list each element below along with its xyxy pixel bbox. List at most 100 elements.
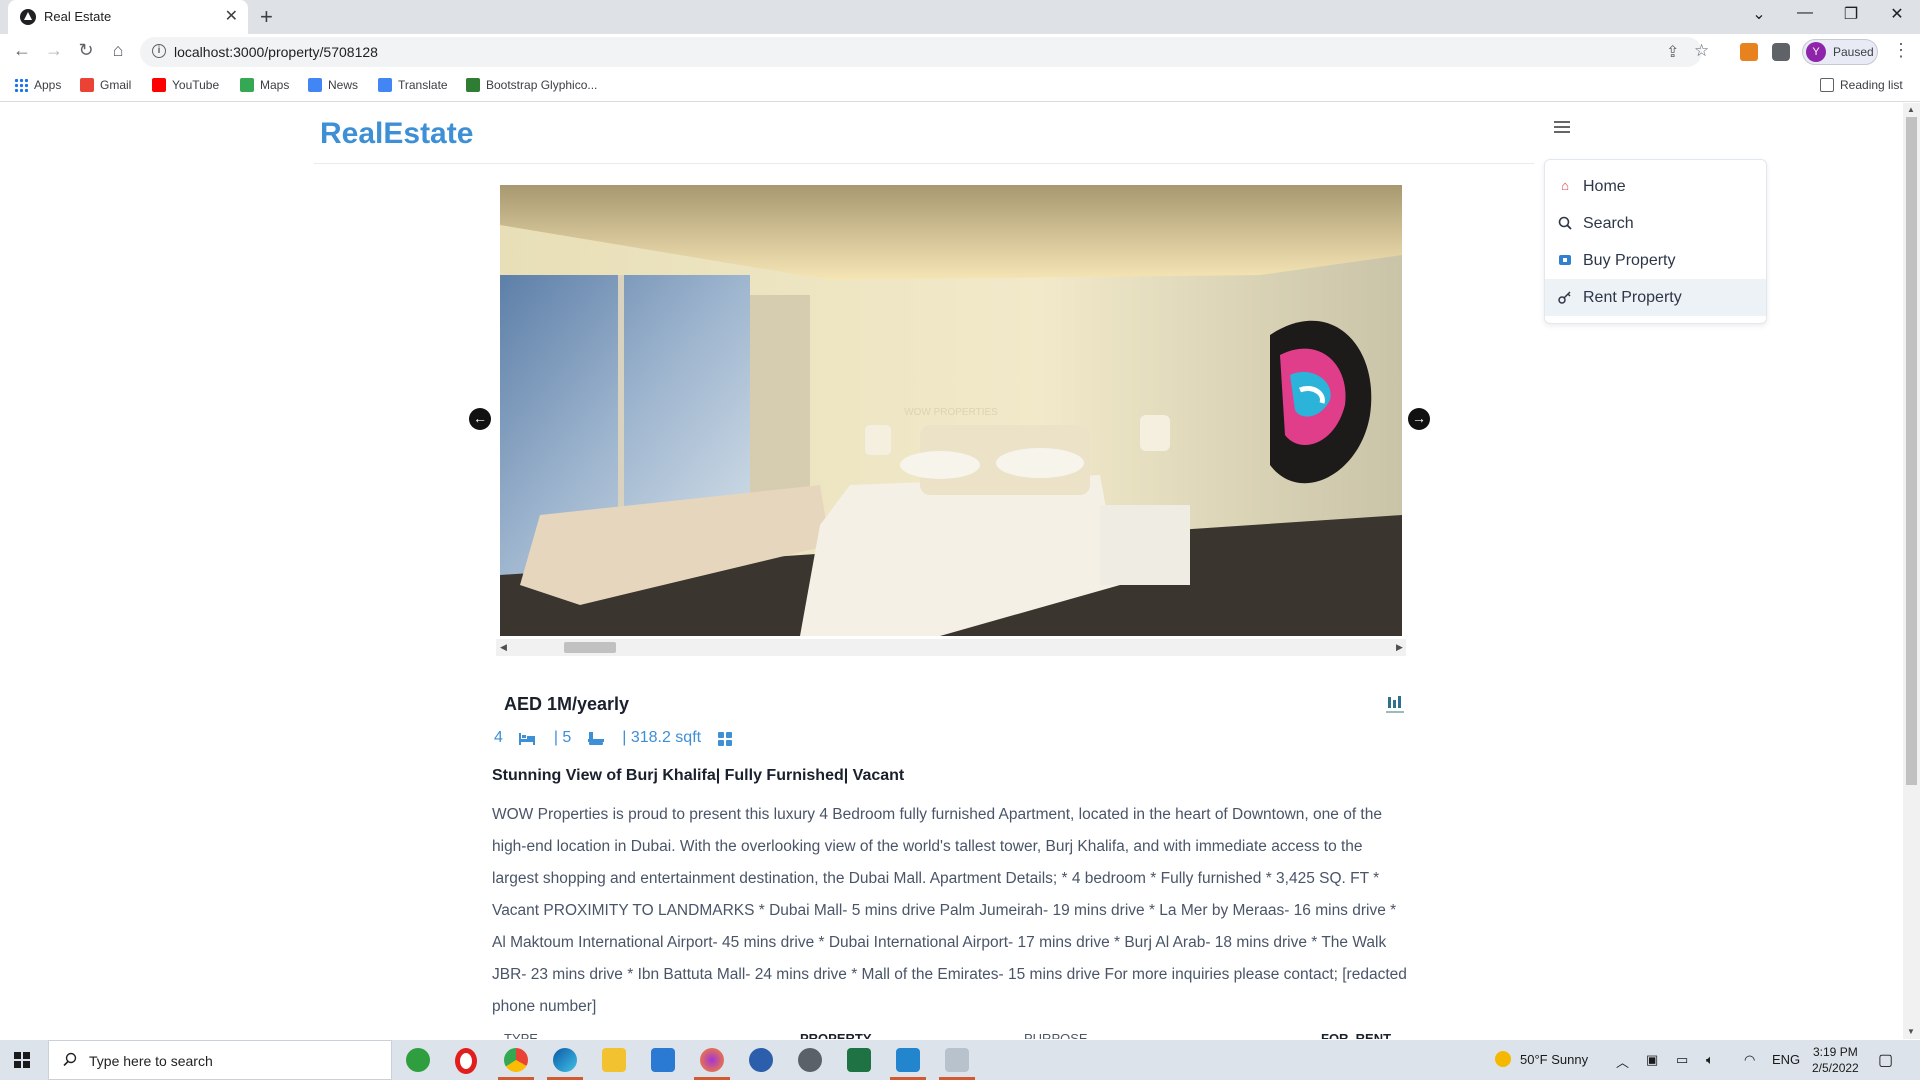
firefox-app-icon[interactable]: [700, 1048, 724, 1072]
bath-icon: [587, 732, 604, 745]
property-stats: 4 | 5 | 318.2 sqft: [494, 729, 748, 747]
property-title: Stunning View of Burj Khalifa| Fully Fur…: [492, 767, 905, 784]
bed-icon: [519, 732, 536, 745]
tab-search-icon[interactable]: ⌄: [1736, 4, 1782, 24]
edge-app-icon[interactable]: [553, 1048, 577, 1072]
chrome-app-icon[interactable]: [504, 1048, 528, 1072]
weather-sun-icon[interactable]: [1494, 1050, 1512, 1071]
bookmark-maps[interactable]: Maps: [240, 78, 289, 92]
meet-now-icon[interactable]: ▣: [1646, 1052, 1658, 1068]
address-bar[interactable]: i localhost:3000/property/5708128 ⇪ ☆: [140, 37, 1709, 67]
horizontal-scroll-thumb[interactable]: [564, 642, 616, 653]
wifi-icon[interactable]: ◠: [1744, 1052, 1755, 1068]
page-viewport: RealEstate ⌂ Home Search Buy Property Re…: [0, 103, 1903, 1039]
apps-grid-icon: [14, 78, 28, 92]
battery-icon[interactable]: ▭: [1676, 1052, 1688, 1068]
snipping-tool-app-icon[interactable]: [945, 1048, 969, 1072]
maps-icon: [240, 78, 254, 92]
carousel-horizontal-scrollbar[interactable]: ◀ ▶: [496, 639, 1406, 656]
settings-gear-icon[interactable]: [798, 1048, 822, 1072]
notifications-icon[interactable]: ▢: [1878, 1050, 1893, 1070]
agency-logo: [1382, 694, 1408, 716]
bookmark-youtube[interactable]: YouTube: [152, 78, 219, 92]
bookmark-apps[interactable]: Apps: [14, 78, 61, 92]
property-photo: WOW PROPERTIES: [500, 185, 1402, 636]
vscode-app-icon[interactable]: [896, 1048, 920, 1072]
minimize-button[interactable]: —: [1782, 4, 1828, 22]
key-icon: [1558, 290, 1572, 304]
extensions-puzzle-icon[interactable]: [1772, 43, 1790, 61]
close-window-button[interactable]: ✕: [1874, 4, 1920, 24]
scroll-right-icon[interactable]: ▶: [1396, 642, 1403, 653]
purpose-value: FOR_RENT: [1321, 1031, 1392, 1039]
windows-start-icon[interactable]: [14, 1052, 30, 1068]
bedroom-photo: WOW PROPERTIES: [500, 185, 1402, 636]
tab-close-icon[interactable]: ✕: [225, 6, 238, 26]
back-icon[interactable]: ←: [10, 40, 34, 61]
carousel-prev-button[interactable]: ←: [469, 408, 491, 430]
bookmark-star-icon[interactable]: ☆: [1694, 41, 1709, 61]
carousel-next-button[interactable]: →: [1408, 408, 1430, 430]
bootstrap-icon: [466, 78, 480, 92]
vertical-scroll-thumb[interactable]: [1906, 117, 1917, 785]
news-icon: [308, 78, 322, 92]
bookmark-news[interactable]: News: [308, 78, 358, 92]
page-vertical-scrollbar[interactable]: ▲ ▼: [1903, 103, 1920, 1039]
rooms-count: 4: [494, 729, 503, 746]
address-url[interactable]: localhost:3000/property/5708128: [174, 44, 378, 60]
scroll-down-icon[interactable]: ▼: [1907, 1027, 1915, 1036]
photo-watermark: WOW PROPERTIES: [904, 407, 998, 418]
nav-dropdown-menu: ⌂ Home Search Buy Property Rent Property: [1544, 159, 1767, 324]
menu-item-buy-property[interactable]: Buy Property: [1545, 242, 1766, 279]
file-explorer-app-icon[interactable]: [602, 1048, 626, 1072]
chrome-menu-icon[interactable]: ⋮: [1892, 40, 1910, 61]
bookmarks-bar: Apps Gmail YouTube Maps News Translate B…: [0, 70, 1920, 102]
home-icon[interactable]: ⌂: [106, 40, 130, 61]
buy-property-icon: [1558, 253, 1572, 267]
home-icon: ⌂: [1561, 178, 1569, 193]
taskbar-clock[interactable]: 3:19 PM 2/5/2022: [1812, 1044, 1859, 1076]
language-indicator[interactable]: ENG: [1772, 1052, 1800, 1067]
scroll-left-icon[interactable]: ◀: [500, 642, 507, 653]
evernote-app-icon[interactable]: [406, 1048, 430, 1072]
baths-count: | 5: [553, 729, 572, 746]
property-description: WOW Properties is proud to present this …: [492, 806, 1407, 1015]
reading-list[interactable]: Reading list: [1820, 78, 1903, 92]
menu-item-home[interactable]: ⌂ Home: [1545, 168, 1766, 205]
site-info-icon[interactable]: i: [152, 44, 166, 58]
tray-chevron-icon[interactable]: ︿: [1616, 1052, 1629, 1071]
restore-button[interactable]: ❐: [1828, 4, 1874, 24]
windows-taskbar: Type here to search 50°F Sunny ︿ ▣ ▭ 🔈︎ …: [0, 1040, 1920, 1080]
clock-time: 3:19 PM: [1813, 1045, 1858, 1059]
bookmark-gmail[interactable]: Gmail: [80, 78, 131, 92]
new-tab-button[interactable]: +: [260, 4, 273, 30]
grid-icon: [717, 732, 734, 746]
search-icon: [1558, 216, 1572, 230]
excel-app-icon[interactable]: [847, 1048, 871, 1072]
reload-icon[interactable]: ↻: [74, 40, 98, 61]
share-icon[interactable]: ⇪: [1666, 42, 1679, 62]
forward-icon[interactable]: →: [42, 40, 66, 61]
weather-text[interactable]: 50°F Sunny: [1520, 1052, 1588, 1067]
site-brand[interactable]: RealEstate: [320, 117, 473, 151]
browser-toolbar: ← → ↻ ⌂ i localhost:3000/property/570812…: [0, 34, 1920, 70]
area-value: | 318.2 sqft: [622, 729, 702, 746]
translate-icon: [378, 78, 392, 92]
menu-item-search[interactable]: Search: [1545, 205, 1766, 242]
browser-tab[interactable]: Real Estate ✕: [8, 0, 248, 34]
menu-item-rent-property[interactable]: Rent Property: [1545, 279, 1766, 316]
app-icon[interactable]: [749, 1048, 773, 1072]
opera-app-icon[interactable]: [455, 1048, 477, 1074]
youtube-icon: [152, 78, 166, 92]
header-divider: [314, 163, 1534, 164]
gmail-icon: [80, 78, 94, 92]
volume-icon[interactable]: 🔈︎: [1706, 1052, 1714, 1068]
bookmark-bootstrap[interactable]: Bootstrap Glyphico...: [466, 78, 597, 92]
taskbar-search-box[interactable]: Type here to search: [48, 1040, 392, 1080]
metamask-extension-icon[interactable]: [1740, 43, 1758, 61]
mail-app-icon[interactable]: [651, 1048, 675, 1072]
scroll-up-icon[interactable]: ▲: [1907, 105, 1915, 114]
bookmark-translate[interactable]: Translate: [378, 78, 448, 92]
profile-button[interactable]: Y Paused: [1802, 39, 1878, 65]
hamburger-menu-icon[interactable]: [1554, 121, 1570, 133]
